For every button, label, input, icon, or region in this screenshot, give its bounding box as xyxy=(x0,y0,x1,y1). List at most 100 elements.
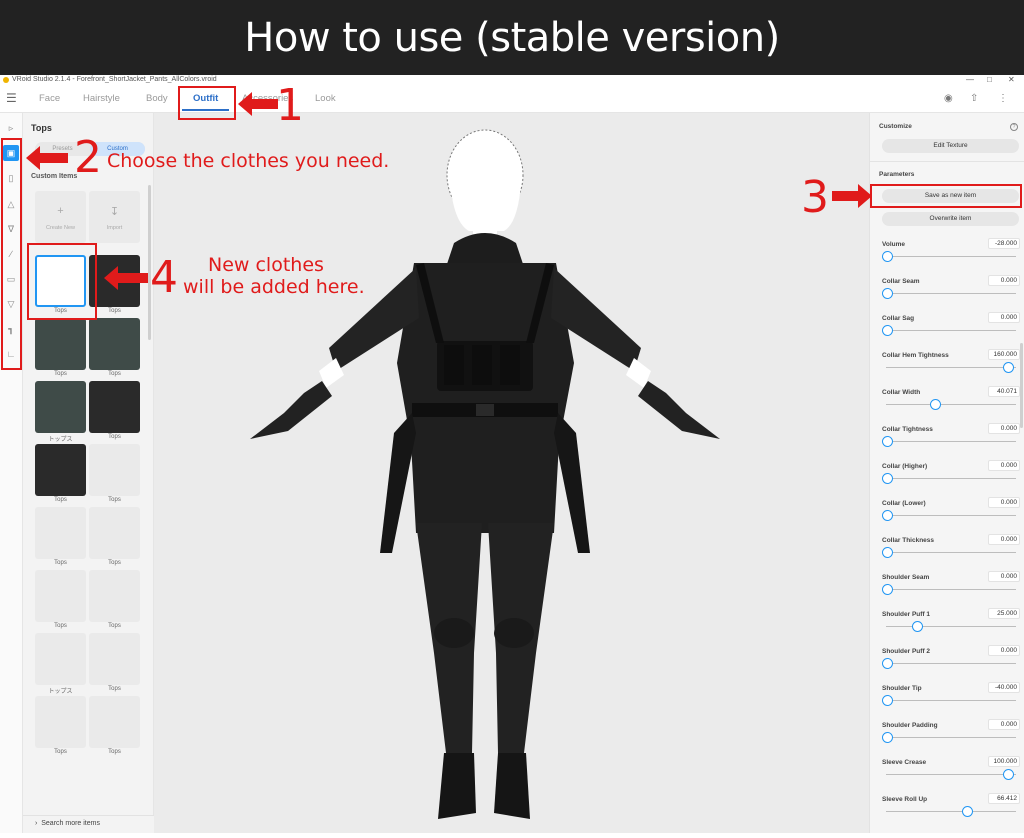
item-thumbnail[interactable] xyxy=(89,507,140,559)
slider-track[interactable] xyxy=(886,478,1016,479)
item-thumbnail[interactable] xyxy=(89,633,140,685)
slider-knob[interactable] xyxy=(882,658,893,669)
item-label: Tops xyxy=(54,623,67,629)
parameter-value-input[interactable]: 0.000 xyxy=(988,312,1020,323)
parameter-value-input[interactable]: -28.000 xyxy=(988,238,1020,249)
parameter-value-input[interactable]: 0.000 xyxy=(988,719,1020,730)
slider-track[interactable] xyxy=(886,330,1016,331)
search-more-items-link[interactable]: › Search more items xyxy=(23,815,154,833)
parameter-label: Shoulder Puff 2 xyxy=(882,648,931,655)
parameter-value-input[interactable]: 0.000 xyxy=(988,645,1020,656)
character-preview xyxy=(250,129,720,819)
slider-knob[interactable] xyxy=(882,288,893,299)
tab-face[interactable]: Face xyxy=(39,93,60,104)
import-button[interactable]: ↧ Import xyxy=(89,191,140,243)
hat-icon[interactable]: ▹ xyxy=(4,121,18,135)
slider-track[interactable] xyxy=(886,589,1016,590)
item-thumbnail[interactable] xyxy=(35,444,86,496)
item-thumbnail[interactable] xyxy=(35,318,86,370)
item-label: トップス xyxy=(48,689,73,695)
slider-track[interactable] xyxy=(886,774,1016,775)
parameter-slider: Collar Thickness 0.000 xyxy=(882,534,1020,567)
item-label: Tops xyxy=(54,749,67,755)
parameter-value-input[interactable]: 0.000 xyxy=(988,497,1020,508)
slider-knob[interactable] xyxy=(882,251,893,262)
minimize-icon[interactable]: — xyxy=(966,75,974,85)
parameter-slider: Shoulder Seam 0.000 xyxy=(882,571,1020,604)
parameter-value-input[interactable]: 25.000 xyxy=(988,608,1020,619)
tab-look[interactable]: Look xyxy=(315,93,336,104)
item-label: Tops xyxy=(54,560,67,566)
slider-knob[interactable] xyxy=(1003,769,1014,780)
item-panel: Tops Presets Custom Custom Items + Creat… xyxy=(23,113,154,833)
parameter-value-input[interactable]: 160.000 xyxy=(988,349,1020,360)
parameter-value-input[interactable]: -40.000 xyxy=(988,682,1020,693)
slider-knob[interactable] xyxy=(882,732,893,743)
item-thumbnail[interactable] xyxy=(35,381,86,433)
item-thumbnail[interactable] xyxy=(89,381,140,433)
slider-track[interactable] xyxy=(886,367,1016,368)
item-thumbnail[interactable] xyxy=(89,318,140,370)
slider-track[interactable] xyxy=(886,663,1016,664)
slider-track[interactable] xyxy=(886,552,1016,553)
slider-knob[interactable] xyxy=(882,547,893,558)
parameter-value-input[interactable]: 0.000 xyxy=(988,275,1020,286)
slider-track[interactable] xyxy=(886,700,1016,701)
slider-knob[interactable] xyxy=(882,436,893,447)
maximize-icon[interactable]: □ xyxy=(987,75,992,85)
slider-knob[interactable] xyxy=(882,325,893,336)
parameter-value-input[interactable]: 66.412 xyxy=(988,793,1020,804)
slider-track[interactable] xyxy=(886,256,1016,257)
slider-track[interactable] xyxy=(886,293,1016,294)
slider-knob[interactable] xyxy=(1003,362,1014,373)
slider-track[interactable] xyxy=(886,515,1016,516)
chevron-right-icon: › xyxy=(35,820,38,827)
create-new-button[interactable]: + Create New xyxy=(35,191,86,243)
slider-knob[interactable] xyxy=(961,806,973,817)
tab-hairstyle[interactable]: Hairstyle xyxy=(83,93,120,104)
item-thumbnail[interactable] xyxy=(35,633,86,685)
more-icon[interactable]: ⋮ xyxy=(998,93,1008,104)
help-icon[interactable]: ? xyxy=(1010,123,1018,131)
parameter-value-input[interactable]: 0.000 xyxy=(988,571,1020,582)
parameter-value-input[interactable]: 100.000 xyxy=(988,756,1020,767)
parameter-slider: Sleeve Roll Up 66.412 xyxy=(882,793,1020,826)
item-thumbnail[interactable] xyxy=(89,444,140,496)
model-viewport[interactable] xyxy=(154,113,869,833)
item-thumbnail[interactable] xyxy=(89,696,140,748)
edit-texture-button[interactable]: Edit Texture xyxy=(882,139,1019,153)
parameter-scrollbar[interactable] xyxy=(1020,343,1023,428)
share-icon[interactable]: ⇧ xyxy=(970,93,978,104)
parameter-value-input[interactable]: 0.000 xyxy=(988,460,1020,471)
slider-knob[interactable] xyxy=(882,584,893,595)
plus-icon: + xyxy=(57,205,64,217)
slider-knob[interactable] xyxy=(882,473,893,484)
parameter-value-input[interactable]: 0.000 xyxy=(988,534,1020,545)
camera-icon[interactable]: ◉ xyxy=(944,93,953,104)
hamburger-icon[interactable]: ☰ xyxy=(6,91,17,105)
close-icon[interactable]: ✕ xyxy=(1008,75,1015,85)
slider-knob[interactable] xyxy=(930,399,942,410)
slider-track[interactable] xyxy=(886,811,1016,812)
item-label: Tops xyxy=(108,686,121,692)
slider-knob[interactable] xyxy=(912,621,924,632)
item-thumbnail[interactable] xyxy=(89,570,140,622)
tab-body[interactable]: Body xyxy=(146,93,168,104)
parameter-slider: Collar Tightness 0.000 xyxy=(882,423,1020,456)
item-thumbnail[interactable] xyxy=(35,696,86,748)
slider-track[interactable] xyxy=(886,737,1016,738)
overwrite-item-button[interactable]: Overwrite item xyxy=(882,212,1019,226)
item-thumbnail[interactable] xyxy=(35,507,86,559)
slider-track[interactable] xyxy=(886,441,1016,442)
parameter-slider: Collar Sag 0.000 xyxy=(882,312,1020,345)
parameter-value-input[interactable]: 0.000 xyxy=(988,423,1020,434)
item-label: トップス xyxy=(48,437,73,443)
slider-knob[interactable] xyxy=(882,695,893,706)
annotation-new-clothes-text: New clothes xyxy=(208,254,324,276)
parameter-label: Volume xyxy=(882,241,905,248)
parameter-value-input[interactable]: 40.071 xyxy=(988,386,1020,397)
slider-knob[interactable] xyxy=(882,510,893,521)
item-thumbnail[interactable] xyxy=(35,570,86,622)
slider-track[interactable] xyxy=(886,404,1016,405)
slider-track[interactable] xyxy=(886,626,1016,627)
